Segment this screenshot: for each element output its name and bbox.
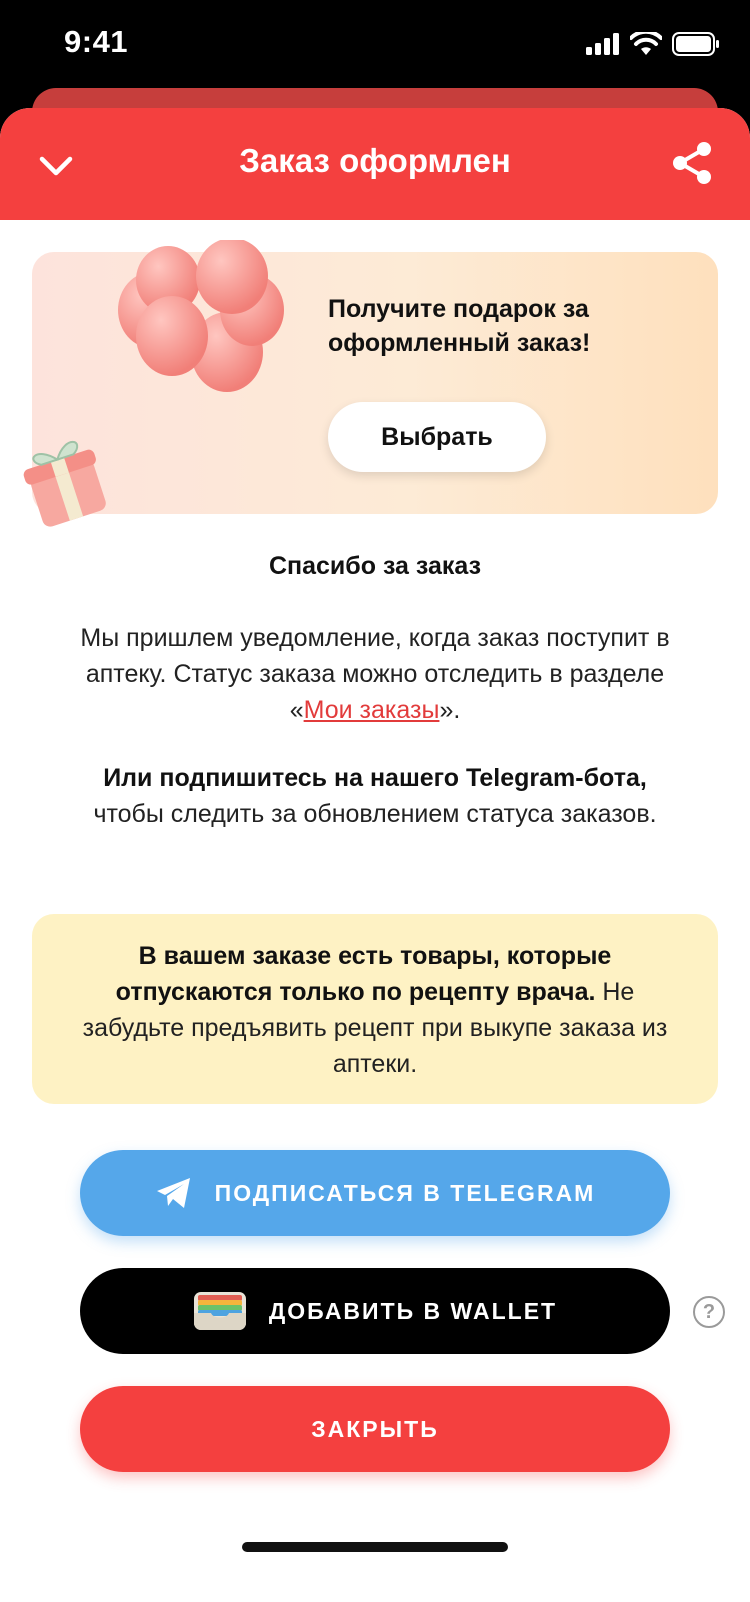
signal-icon [586,33,619,55]
wifi-icon [630,32,662,55]
add-to-wallet-button[interactable]: ДОБАВИТЬ В WALLET [80,1268,670,1354]
my-orders-link[interactable]: Мои заказы [304,696,440,724]
gift-promo-banner: Получите подарок за оформленный заказ! В… [23,240,718,527]
battery-icon [672,32,719,56]
notification-text: Мы пришлем уведомление, когда заказ пост… [75,620,675,728]
status-icons [586,32,720,56]
help-icon[interactable]: ? [693,1296,725,1328]
telegram-subscribe-text: Или подпишитесь на нашего Telegram-бота,… [75,760,675,832]
telegram-subscribe-bold: Или подпишитесь на нашего Telegram-бота, [103,764,647,792]
sheet-header: Заказ оформлен [0,108,750,220]
share-icon[interactable] [670,140,714,186]
gift-icon [23,441,106,527]
home-indicator [242,1542,508,1552]
close-button[interactable]: ЗАКРЫТЬ [80,1386,670,1472]
warning-bold: В вашем заказе есть товары, которые отпу… [115,942,612,1006]
subscribe-telegram-button[interactable]: ПОДПИСАТЬСЯ В TELEGRAM [80,1150,670,1236]
status-bar: 9:41 [0,0,750,88]
notification-text-after: ». [439,696,461,724]
thanks-heading: Спасибо за заказ [268,552,482,580]
choose-gift-button[interactable]: Выбрать [328,402,546,472]
status-time: 9:41 [64,24,129,59]
subscribe-telegram-label: ПОДПИСАТЬСЯ В TELEGRAM [214,1179,596,1206]
prescription-warning: В вашем заказе есть товары, которые отпу… [32,914,718,1104]
wallet-icon [193,1292,246,1330]
telegram-icon [156,1178,190,1208]
order-sheet: Заказ оформлен Получите подарок за оформ… [0,108,750,1602]
balloons-icon [118,240,284,392]
add-to-wallet-label: ДОБАВИТЬ В WALLET [268,1297,558,1324]
promo-title: Получите подарок за оформленный заказ! [328,295,591,357]
page-title: Заказ оформлен [239,142,511,179]
telegram-subscribe-rest: чтобы следить за обновлением статуса зак… [93,800,657,828]
